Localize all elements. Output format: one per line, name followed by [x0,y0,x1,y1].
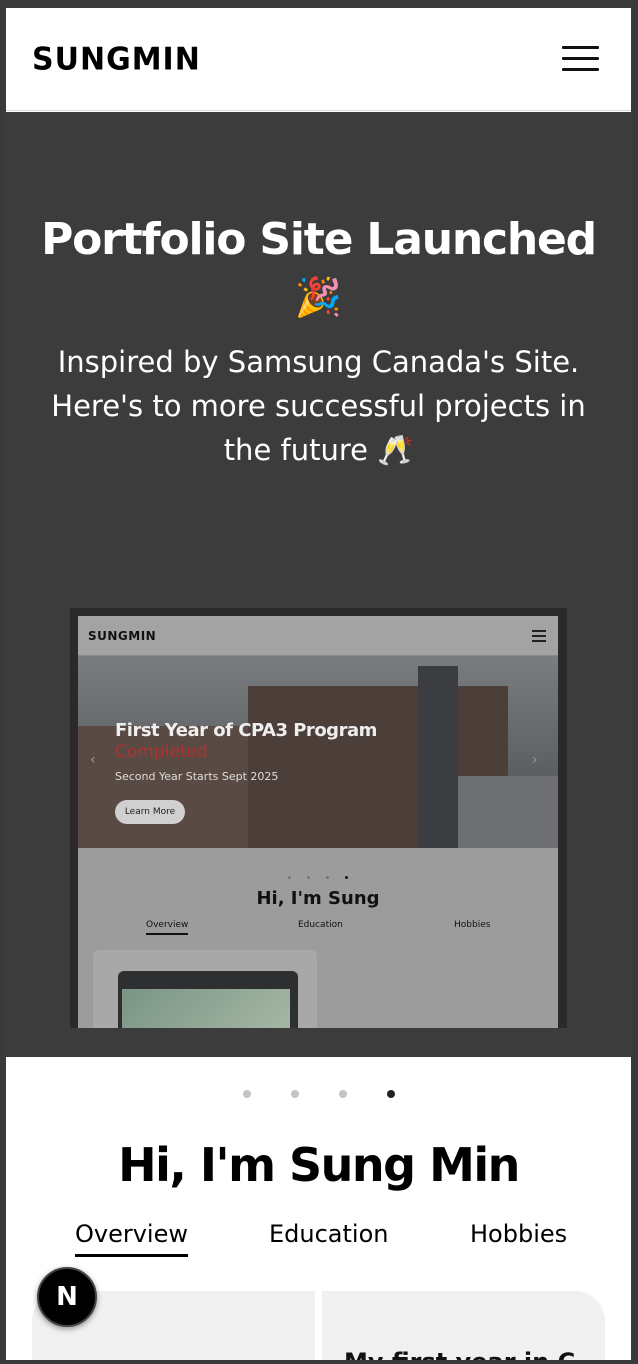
carousel-dots [6,1083,631,1102]
preview-logo: SUNGMIN [88,629,157,643]
preview-greeting: Hi, I'm Sung [256,888,380,909]
tab-hobbies[interactable]: Hobbies [470,1220,567,1248]
page-frame: SUNGMIN Portfolio Site Launched 🎉 Inspir… [6,8,631,1360]
preview-tab-overview: Overview [146,920,189,935]
carousel-dot-1[interactable] [242,1090,251,1098]
nextjs-dev-badge[interactable]: N [37,1267,97,1327]
preview-chevron-right-icon: › [532,752,538,768]
party-popper-icon: 🎉 [294,275,343,319]
site-preview-inner: SUNGMIN First Year of CPA3 Program Compl… [78,616,558,1028]
intro-title: Hi, I'm Sung Min [118,1138,520,1192]
preview-tab-education: Education [298,920,343,930]
hero-title: Portfolio Site Launched [41,214,597,265]
carousel-dot-3[interactable] [338,1090,347,1098]
preview-learn-more-button: Learn More [115,800,185,824]
hero-subtitle: Inspired by Samsung Canada's Site. Here'… [51,345,586,467]
preview-banner: First Year of CPA3 Program Completed Sec… [78,656,558,848]
preview-banner-title: First Year of CPA3 Program [115,720,377,741]
hamburger-menu-icon[interactable] [562,46,600,74]
preview-chevron-left-icon: ‹ [90,752,96,768]
preview-road [458,776,558,848]
tab-overview[interactable]: Overview [75,1220,188,1257]
site-logo[interactable]: SUNGMIN [32,41,201,78]
tab-education[interactable]: Education [269,1220,388,1248]
carousel-dot-2[interactable] [290,1090,299,1098]
carousel-dot-4[interactable] [386,1090,395,1098]
site-preview-image: SUNGMIN First Year of CPA3 Program Compl… [70,608,567,1028]
preview-banner-highlight: Completed [115,742,208,762]
preview-carousel-dots [78,864,558,883]
hero-banner: Portfolio Site Launched 🎉 Inspired by Sa… [6,112,631,1057]
preview-menu-icon [532,630,546,645]
preview-building-tower [418,666,458,848]
overview-card-heading: My first year in C [344,1348,575,1360]
preview-tablet-screen [122,989,290,1028]
preview-header: SUNGMIN [78,616,558,656]
preview-tab-hobbies: Hobbies [454,920,491,930]
site-header: SUNGMIN [6,8,631,111]
preview-banner-subtitle: Second Year Starts Sept 2025 [115,770,279,783]
